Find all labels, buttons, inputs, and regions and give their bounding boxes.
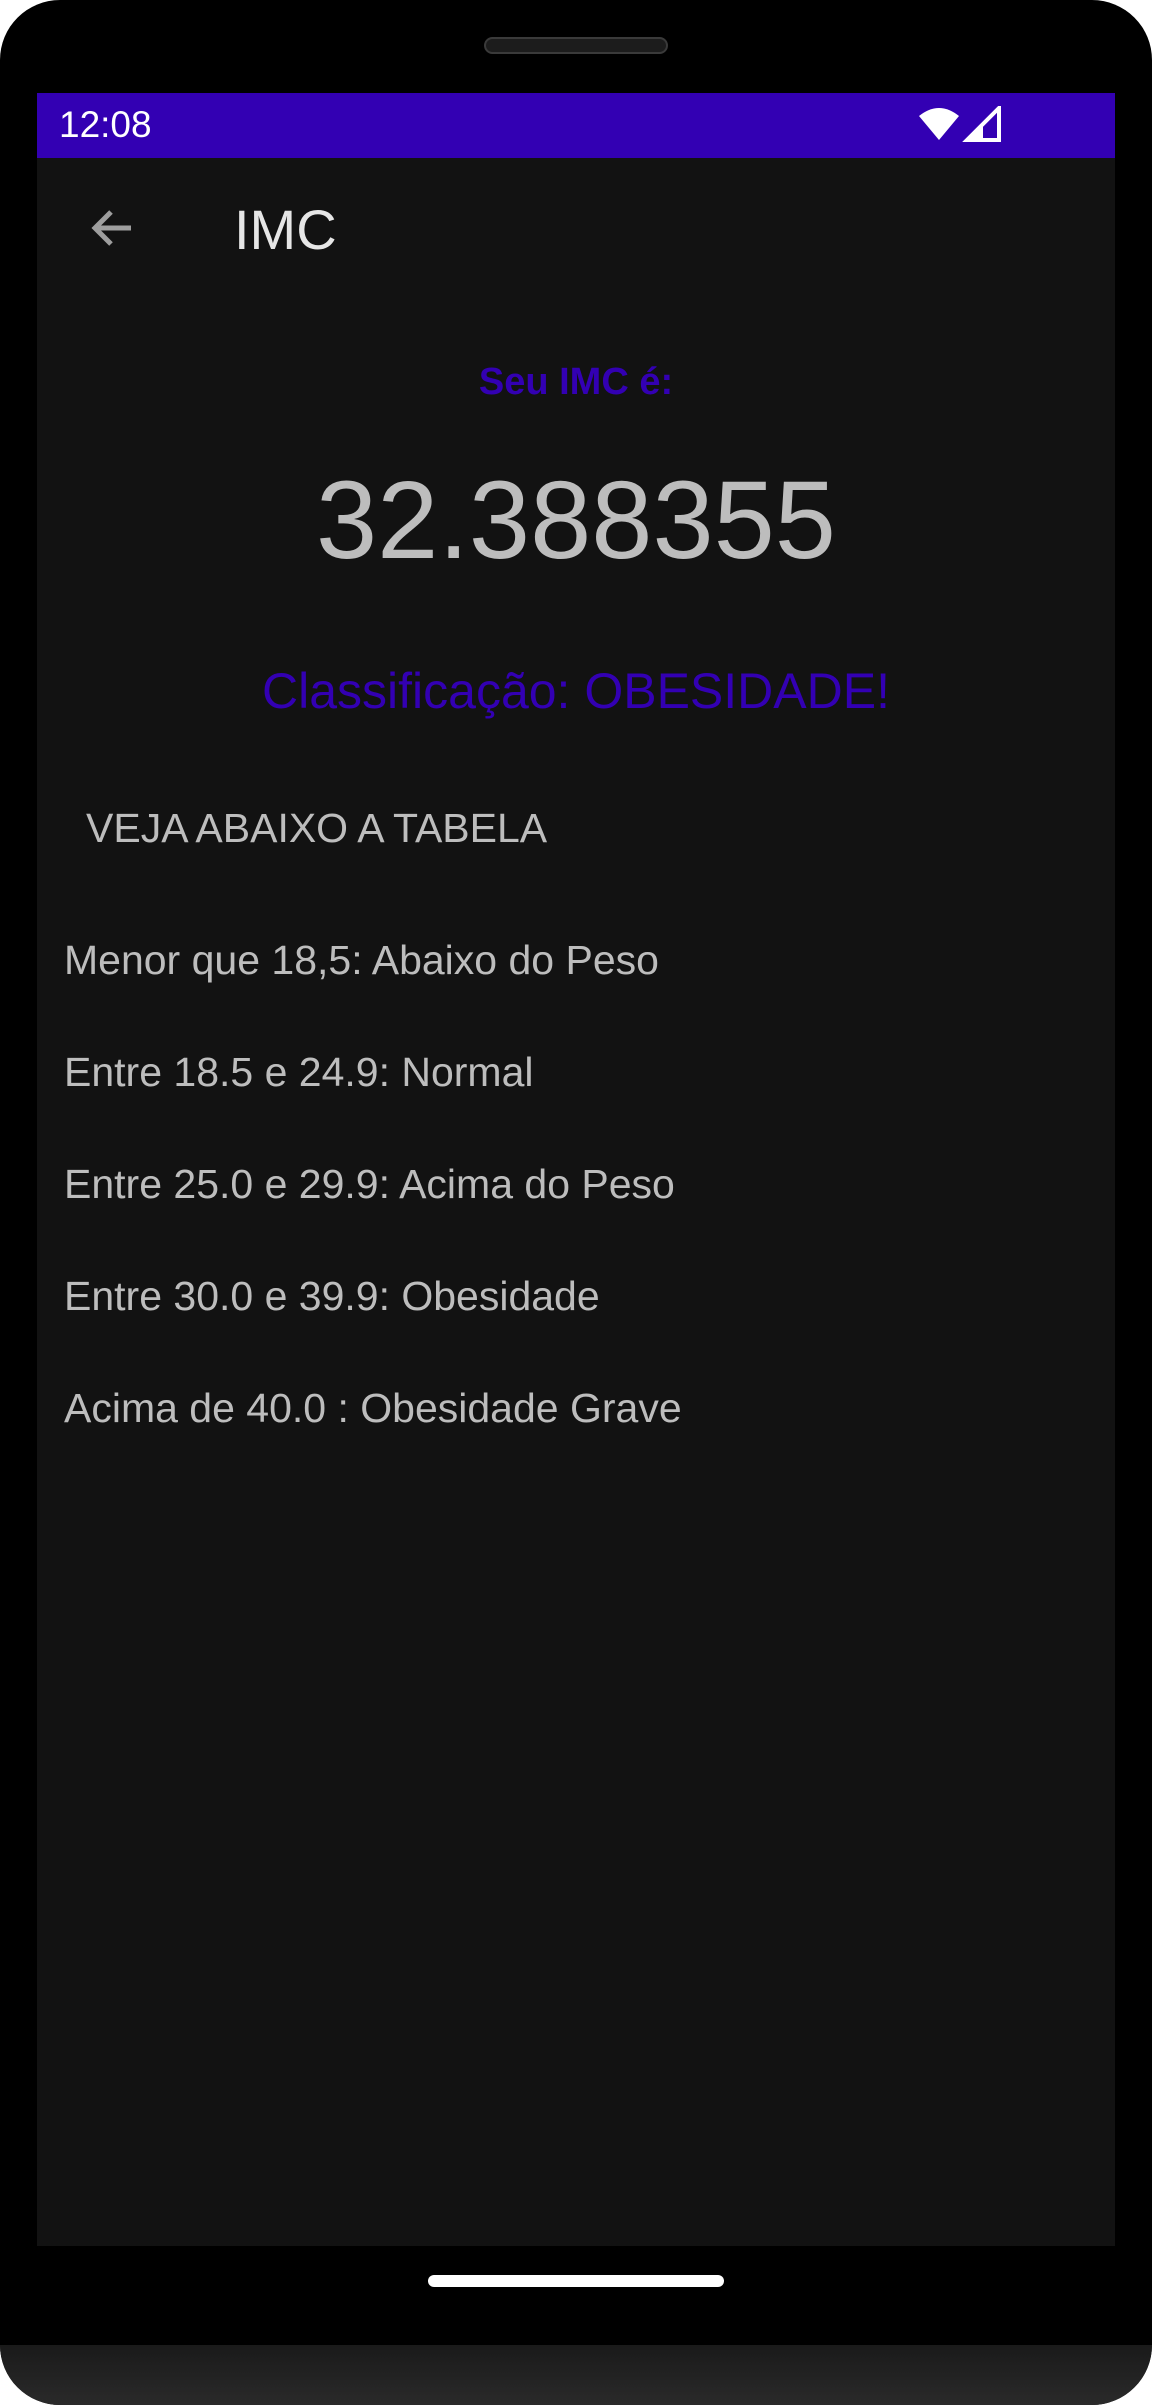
list-item: Entre 25.0 e 29.9: Acima do Peso — [64, 1161, 675, 1207]
imc-value: 32.388355 — [316, 459, 836, 582]
bmi-range-list: Menor que 18,5: Abaixo do Peso Entre 18.… — [64, 935, 682, 1495]
arrow-back-icon[interactable] — [85, 200, 141, 256]
imc-label: Seu IMC é: — [478, 361, 674, 403]
status-icons — [917, 103, 1017, 146]
bottom-bezel — [0, 2345, 1152, 2405]
app-bar: IMC — [37, 158, 1115, 308]
app-screen: 12:08 IMC Seu IMC é: 32.388355 Classific… — [37, 93, 1115, 2246]
status-time: 12:08 — [59, 104, 152, 145]
cellular-signal-icon — [962, 103, 1001, 142]
list-item: Menor que 18,5: Abaixo do Peso — [64, 937, 659, 983]
classification-text: Classificação: OBESIDADE! — [262, 663, 890, 719]
phone-frame: 12:08 IMC Seu IMC é: 32.388355 Classific… — [0, 0, 1152, 2405]
wifi-icon — [919, 108, 959, 140]
app-title: IMC — [234, 198, 337, 261]
home-gesture-bar[interactable] — [428, 2275, 724, 2287]
status-bar: 12:08 — [37, 93, 1115, 158]
earpiece-speaker — [484, 37, 668, 54]
list-item: Acima de 40.0 : Obesidade Grave — [64, 1385, 682, 1431]
list-item: Entre 30.0 e 39.9: Obesidade — [64, 1273, 600, 1319]
table-heading: VEJA ABAIXO A TABELA — [86, 805, 548, 851]
list-item: Entre 18.5 e 24.9: Normal — [64, 1049, 534, 1095]
